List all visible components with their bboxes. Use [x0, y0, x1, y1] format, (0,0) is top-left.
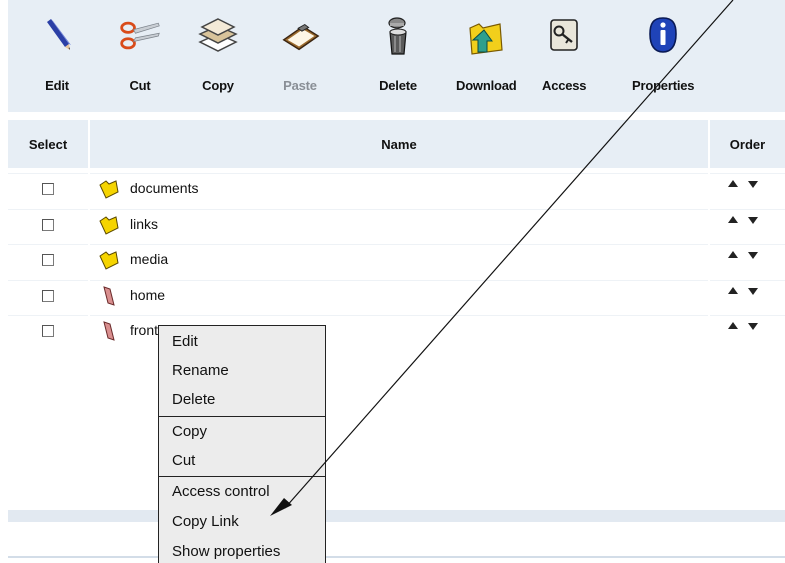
- item-name[interactable]: documents: [130, 180, 198, 196]
- select-cell: [8, 280, 88, 310]
- order-cell: [710, 244, 785, 274]
- download-label: Download: [456, 78, 517, 93]
- delete-button[interactable]: Delete: [376, 10, 420, 93]
- name-column-header[interactable]: Name: [90, 120, 708, 168]
- page-icon: [98, 320, 120, 342]
- pencil-icon: [35, 10, 79, 62]
- order-cell: [710, 173, 785, 203]
- move-up-icon[interactable]: [728, 287, 738, 294]
- menu-item-cut[interactable]: Cut: [172, 452, 195, 469]
- item-name[interactable]: links: [130, 216, 158, 232]
- table-row[interactable]: home: [8, 278, 785, 310]
- item-name[interactable]: home: [130, 287, 165, 303]
- footer-divider: [8, 556, 785, 558]
- move-down-icon[interactable]: [748, 181, 758, 188]
- cms-file-manager: Edit Cut Copy Paste Delete Download Acce…: [0, 0, 785, 563]
- row-checkbox[interactable]: [42, 219, 54, 231]
- info-icon: [641, 10, 685, 62]
- paste-button[interactable]: Paste: [278, 10, 322, 93]
- folder-icon: [98, 214, 120, 236]
- clipboard-icon: [278, 10, 322, 62]
- move-down-icon[interactable]: [748, 252, 758, 259]
- select-cell: [8, 209, 88, 239]
- edit-label: Edit: [45, 78, 69, 93]
- select-column-header[interactable]: Select: [8, 120, 88, 168]
- access-button[interactable]: Access: [542, 10, 587, 93]
- select-cell: [8, 244, 88, 274]
- order-controls: [728, 287, 758, 295]
- context-menu: Edit Rename Delete Copy Cut Access contr…: [158, 325, 326, 563]
- order-cell: [710, 315, 785, 345]
- cut-button[interactable]: Cut: [118, 10, 162, 93]
- table-header: Select Name Order: [8, 120, 785, 168]
- item-name[interactable]: front: [130, 322, 158, 338]
- menu-item-show-properties[interactable]: Show properties: [172, 543, 280, 560]
- select-cell: [8, 173, 88, 203]
- copy-button[interactable]: Copy: [196, 10, 240, 93]
- move-down-icon[interactable]: [748, 323, 758, 330]
- order-cell: [710, 280, 785, 310]
- menu-separator: [159, 476, 325, 477]
- file-table: Select Name Order documents links media …: [8, 120, 785, 345]
- footer-bar: [8, 510, 785, 522]
- name-cell: links: [90, 209, 708, 239]
- move-up-icon[interactable]: [728, 251, 738, 258]
- download-folder-icon: [464, 10, 508, 62]
- menu-item-delete[interactable]: Delete: [172, 391, 215, 408]
- trash-can-icon: [376, 10, 420, 62]
- name-cell: media: [90, 244, 708, 274]
- order-column-header[interactable]: Order: [710, 120, 785, 168]
- move-up-icon[interactable]: [728, 180, 738, 187]
- access-label: Access: [542, 78, 587, 93]
- move-down-icon[interactable]: [748, 217, 758, 224]
- toolbar: Edit Cut Copy Paste Delete Download Acce…: [8, 0, 785, 112]
- key-icon: [542, 10, 586, 62]
- menu-item-copy[interactable]: Copy: [172, 423, 207, 440]
- name-cell: home: [90, 280, 708, 310]
- name-cell: documents: [90, 173, 708, 203]
- copy-pages-icon: [196, 10, 240, 62]
- folder-icon: [98, 249, 120, 271]
- item-name[interactable]: media: [130, 251, 168, 267]
- properties-button[interactable]: Properties: [632, 10, 695, 93]
- select-cell: [8, 315, 88, 345]
- move-down-icon[interactable]: [748, 288, 758, 295]
- table-row[interactable]: front: [8, 313, 785, 345]
- order-controls: [728, 322, 758, 330]
- order-controls: [728, 251, 758, 259]
- move-up-icon[interactable]: [728, 322, 738, 329]
- row-checkbox[interactable]: [42, 254, 54, 266]
- order-controls: [728, 180, 758, 188]
- menu-item-rename[interactable]: Rename: [172, 362, 229, 379]
- page-icon: [98, 285, 120, 307]
- menu-item-access-control[interactable]: Access control: [172, 483, 270, 500]
- edit-button[interactable]: Edit: [35, 10, 79, 93]
- menu-item-copy-link[interactable]: Copy Link: [172, 513, 239, 530]
- menu-separator: [159, 416, 325, 417]
- properties-label: Properties: [632, 78, 695, 93]
- table-row[interactable]: links: [8, 207, 785, 239]
- order-cell: [710, 209, 785, 239]
- menu-item-edit[interactable]: Edit: [172, 333, 198, 350]
- row-checkbox[interactable]: [42, 325, 54, 337]
- table-row[interactable]: documents: [8, 171, 785, 203]
- row-checkbox[interactable]: [42, 183, 54, 195]
- copy-label: Copy: [202, 78, 234, 93]
- scissors-icon: [118, 10, 162, 62]
- cut-label: Cut: [129, 78, 151, 93]
- paste-label: Paste: [283, 78, 317, 93]
- download-button[interactable]: Download: [456, 10, 517, 93]
- table-row[interactable]: media: [8, 242, 785, 274]
- folder-icon: [98, 178, 120, 200]
- move-up-icon[interactable]: [728, 216, 738, 223]
- row-checkbox[interactable]: [42, 290, 54, 302]
- order-controls: [728, 216, 758, 224]
- delete-label: Delete: [379, 78, 417, 93]
